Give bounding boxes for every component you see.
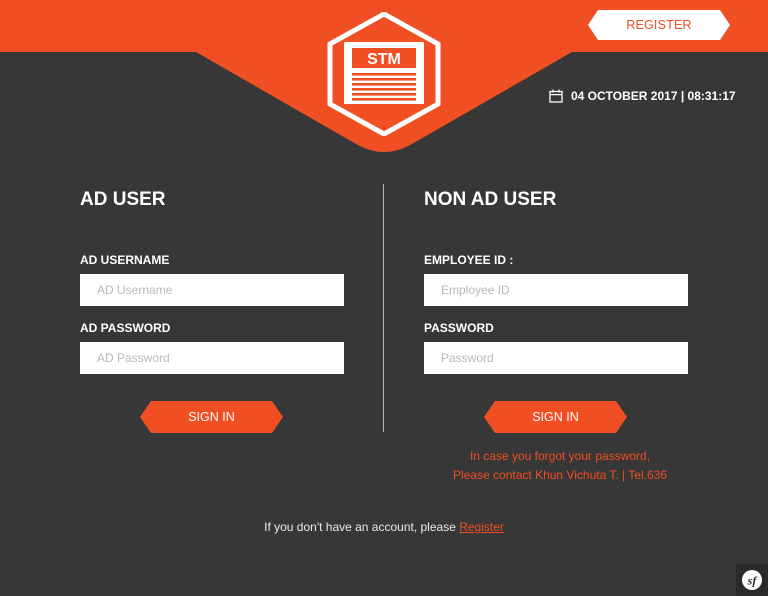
logo-text: STM bbox=[367, 51, 401, 68]
ad-username-label: AD USERNAME bbox=[80, 253, 170, 267]
svg-text:sf: sf bbox=[747, 574, 758, 588]
footer-register-link[interactable]: Register bbox=[459, 520, 504, 534]
calendar-icon bbox=[549, 89, 563, 103]
footer-note: If you don't have an account, please Reg… bbox=[0, 520, 768, 534]
column-divider bbox=[383, 184, 384, 432]
symfony-icon: sf bbox=[742, 570, 762, 590]
ad-sign-in-button[interactable]: SIGN IN bbox=[140, 401, 283, 433]
stm-logo: STM bbox=[327, 12, 441, 136]
ad-password-input[interactable] bbox=[80, 342, 344, 374]
non-ad-sign-in-button[interactable]: SIGN IN bbox=[484, 401, 627, 433]
footer-note-text: If you don't have an account, please bbox=[264, 520, 460, 534]
datetime-display: 04 OCTOBER 2017 | 08:31:17 bbox=[549, 89, 736, 103]
ad-password-label: AD PASSWORD bbox=[80, 321, 171, 335]
forgot-line-2: Please contact Khun Vichuta T. | Tel.636 bbox=[453, 468, 667, 482]
password-input[interactable] bbox=[424, 342, 688, 374]
forgot-line-1: In case you forgot your password, bbox=[469, 449, 651, 463]
ad-username-input[interactable] bbox=[80, 274, 344, 306]
ad-user-title: AD USER bbox=[80, 189, 166, 210]
symfony-toolbar-toggle[interactable]: sf bbox=[736, 564, 768, 596]
password-label: PASSWORD bbox=[424, 321, 494, 335]
register-button[interactable]: REGISTER bbox=[588, 10, 730, 40]
datetime-text: 04 OCTOBER 2017 | 08:31:17 bbox=[571, 89, 736, 103]
employee-id-input[interactable] bbox=[424, 274, 688, 306]
forgot-password-note: In case you forgot your password, Please… bbox=[424, 447, 696, 485]
employee-id-label: EMPLOYEE ID : bbox=[424, 253, 514, 267]
non-ad-user-title: NON AD USER bbox=[424, 189, 557, 210]
